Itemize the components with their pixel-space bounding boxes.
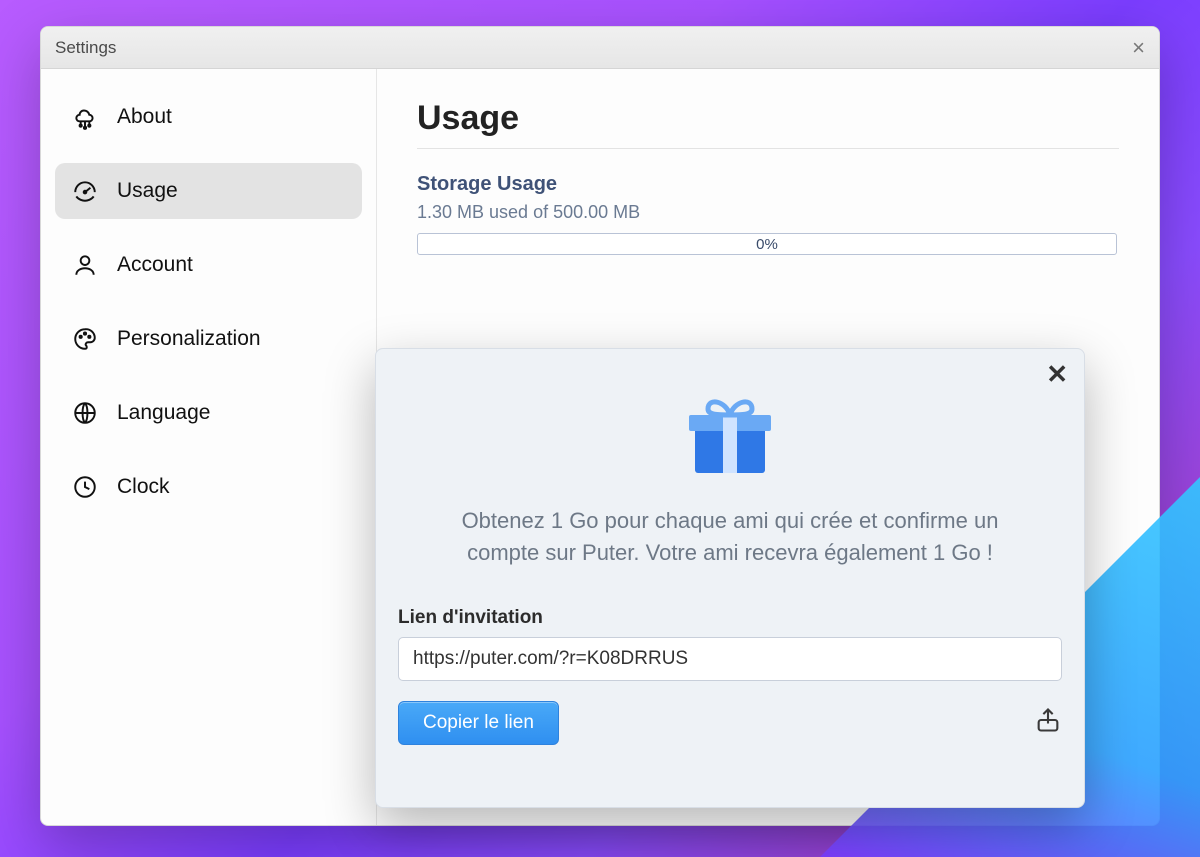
- cloud-network-icon: [71, 103, 99, 131]
- storage-usage-title: Storage Usage: [417, 173, 1119, 196]
- referral-modal: ✕ Obtenez 1 Go pour chaque ami qui crée …: [375, 348, 1085, 808]
- sidebar-item-personalization[interactable]: Personalization: [55, 311, 362, 367]
- share-icon[interactable]: [1034, 706, 1062, 739]
- sidebar-item-about[interactable]: About: [55, 89, 362, 145]
- sidebar: About Usage Account: [41, 69, 377, 825]
- window-title: Settings: [55, 38, 1132, 58]
- page-title: Usage: [417, 99, 1119, 138]
- storage-usage-detail: 1.30 MB used of 500.00 MB: [417, 202, 1119, 223]
- palette-icon: [71, 325, 99, 353]
- referral-description: Obtenez 1 Go pour chaque ami qui crée et…: [398, 505, 1062, 569]
- gift-icon: [398, 377, 1062, 487]
- clock-icon: [71, 473, 99, 501]
- sidebar-item-account[interactable]: Account: [55, 237, 362, 293]
- titlebar: Settings ×: [41, 27, 1159, 69]
- sidebar-item-label: Language: [117, 401, 210, 425]
- sidebar-item-clock[interactable]: Clock: [55, 459, 362, 515]
- storage-progress-bar: 0%: [417, 233, 1117, 255]
- sidebar-item-label: Account: [117, 253, 193, 277]
- storage-percent-label: 0%: [756, 236, 778, 253]
- sidebar-item-language[interactable]: Language: [55, 385, 362, 441]
- sidebar-item-label: About: [117, 105, 172, 129]
- invitation-link-input[interactable]: [398, 637, 1062, 681]
- sidebar-item-label: Personalization: [117, 327, 261, 351]
- close-icon[interactable]: ×: [1132, 37, 1145, 59]
- modal-close-icon[interactable]: ✕: [1046, 359, 1068, 390]
- person-icon: [71, 251, 99, 279]
- gauge-icon: [71, 177, 99, 205]
- copy-link-button[interactable]: Copier le lien: [398, 701, 559, 745]
- divider: [417, 148, 1119, 149]
- sidebar-item-label: Clock: [117, 475, 170, 499]
- sidebar-item-label: Usage: [117, 179, 178, 203]
- sidebar-item-usage[interactable]: Usage: [55, 163, 362, 219]
- globe-icon: [71, 399, 99, 427]
- invitation-link-label: Lien d'invitation: [398, 607, 1062, 629]
